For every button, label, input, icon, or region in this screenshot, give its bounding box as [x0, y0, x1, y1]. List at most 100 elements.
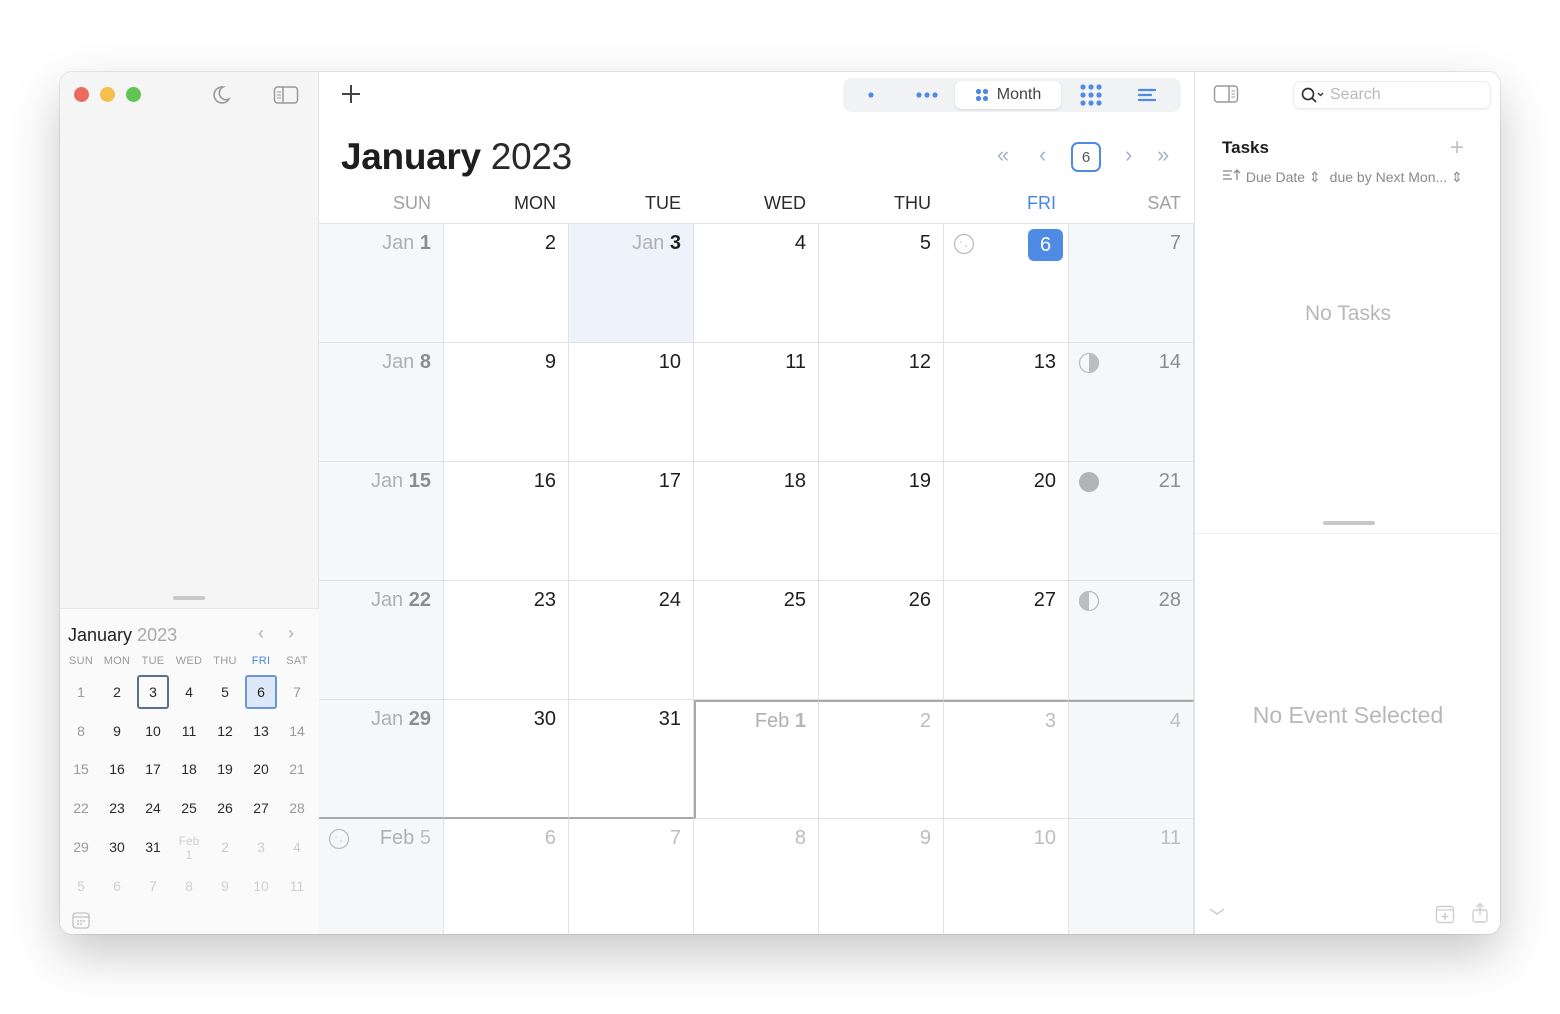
share-icon[interactable]: [1471, 902, 1489, 929]
inspector-toggle-icon[interactable]: [1213, 84, 1239, 109]
zoom-window-button[interactable]: [126, 87, 141, 102]
day-cell[interactable]: Feb 1: [694, 700, 819, 819]
day-cell[interactable]: Jan 1: [319, 224, 444, 343]
sidebar-resize-handle[interactable]: [173, 596, 205, 600]
collapse-chevron-icon[interactable]: [1207, 904, 1227, 922]
day-cell[interactable]: 6: [444, 819, 569, 934]
day-cell[interactable]: 9: [819, 819, 944, 934]
moon-icon[interactable]: [208, 84, 234, 106]
day-cell[interactable]: 25: [694, 581, 819, 700]
day-cell[interactable]: Jan 8: [319, 343, 444, 462]
day-cell[interactable]: 27: [944, 581, 1069, 700]
mini-calendar-day[interactable]: 10: [243, 867, 279, 906]
day-cell[interactable]: 26: [819, 581, 944, 700]
previous-month-button[interactable]: ‹: [1039, 142, 1046, 168]
mini-calendar-day[interactable]: 6: [99, 867, 135, 906]
day-cell[interactable]: Jan 22: [319, 581, 444, 700]
add-event-to-calendar-icon[interactable]: [1435, 904, 1455, 929]
mini-calendar-day[interactable]: 2: [207, 828, 243, 867]
day-cell[interactable]: 13: [944, 343, 1069, 462]
mini-calendar-day[interactable]: 14: [279, 712, 315, 751]
mini-calendar-day[interactable]: 9: [207, 867, 243, 906]
mini-calendar-day[interactable]: 30: [99, 828, 135, 867]
day-cell[interactable]: 3: [944, 700, 1069, 819]
mini-calendar-prev-button[interactable]: ‹: [258, 623, 264, 644]
today-button[interactable]: 6: [1071, 142, 1101, 172]
day-cell[interactable]: 17: [569, 462, 694, 581]
mini-calendar-day[interactable]: 23: [99, 789, 135, 828]
minimize-window-button[interactable]: [100, 87, 115, 102]
next-month-button[interactable]: ›: [1125, 142, 1132, 168]
day-cell[interactable]: 10: [944, 819, 1069, 934]
day-cell[interactable]: 21: [1069, 462, 1194, 581]
day-cell[interactable]: 24: [569, 581, 694, 700]
mini-calendar-day[interactable]: 1: [63, 673, 99, 712]
day-cell[interactable]: 23: [444, 581, 569, 700]
day-cell[interactable]: 2: [444, 224, 569, 343]
mini-calendar-day[interactable]: 24: [135, 789, 171, 828]
view-day-button[interactable]: [843, 81, 899, 109]
mini-calendar-day[interactable]: 10: [135, 712, 171, 751]
mini-calendar-day[interactable]: 31: [135, 828, 171, 867]
mini-calendar-day[interactable]: 25: [171, 789, 207, 828]
previous-year-button[interactable]: «: [997, 142, 1009, 168]
day-cell[interactable]: Jan 3: [569, 224, 694, 343]
mini-calendar-day[interactable]: Feb 1: [171, 828, 207, 867]
sidebar-toggle-icon[interactable]: [273, 84, 299, 106]
mini-calendar-day[interactable]: 29: [63, 828, 99, 867]
close-window-button[interactable]: [74, 87, 89, 102]
view-list-button[interactable]: [1121, 81, 1173, 109]
day-cell[interactable]: 14: [1069, 343, 1194, 462]
mini-calendar-day[interactable]: 13: [243, 712, 279, 751]
mini-calendar-day[interactable]: 28: [279, 789, 315, 828]
mini-calendar-next-button[interactable]: ›: [288, 623, 294, 644]
day-cell[interactable]: 11: [694, 343, 819, 462]
mini-calendar-day[interactable]: 3: [243, 828, 279, 867]
mini-calendar-day[interactable]: 16: [99, 751, 135, 790]
day-cell[interactable]: 20: [944, 462, 1069, 581]
calendar-list-icon[interactable]: [72, 911, 90, 934]
mini-calendar-day[interactable]: 18: [171, 751, 207, 790]
day-cell[interactable]: 5: [819, 224, 944, 343]
next-year-button[interactable]: »: [1157, 142, 1169, 168]
mini-calendar-day[interactable]: 8: [171, 867, 207, 906]
day-cell[interactable]: 19: [819, 462, 944, 581]
mini-calendar-day[interactable]: 12: [207, 712, 243, 751]
day-cell[interactable]: 28: [1069, 581, 1194, 700]
mini-calendar-day[interactable]: 17: [135, 751, 171, 790]
mini-calendar-day[interactable]: 8: [63, 712, 99, 751]
day-cell[interactable]: Feb 5: [319, 819, 444, 934]
add-event-button[interactable]: [339, 82, 363, 106]
mini-calendar-day[interactable]: 11: [171, 712, 207, 751]
mini-calendar-day[interactable]: 6: [243, 673, 279, 712]
search-input[interactable]: [1330, 86, 1480, 104]
day-cell[interactable]: 30: [444, 700, 569, 819]
mini-calendar-day[interactable]: 27: [243, 789, 279, 828]
day-cell[interactable]: 10: [569, 343, 694, 462]
day-cell[interactable]: 11: [1069, 819, 1194, 934]
day-cell[interactable]: 6: [944, 224, 1069, 343]
mini-calendar-day[interactable]: 5: [63, 867, 99, 906]
mini-calendar-day[interactable]: 15: [63, 751, 99, 790]
mini-calendar-day[interactable]: 9: [99, 712, 135, 751]
day-cell[interactable]: 18: [694, 462, 819, 581]
sort-button[interactable]: Due Date ⇕: [1222, 168, 1321, 186]
view-week-button[interactable]: [899, 81, 955, 109]
day-cell[interactable]: 9: [444, 343, 569, 462]
mini-calendar-day[interactable]: 2: [99, 673, 135, 712]
mini-calendar-day[interactable]: 4: [171, 673, 207, 712]
mini-calendar-day[interactable]: 7: [279, 673, 315, 712]
mini-calendar-day[interactable]: 3: [135, 673, 171, 712]
day-cell[interactable]: 8: [694, 819, 819, 934]
view-year-button[interactable]: [1061, 81, 1121, 109]
add-task-button[interactable]: +: [1450, 134, 1464, 162]
day-cell[interactable]: 4: [1069, 700, 1194, 819]
day-cell[interactable]: 31: [569, 700, 694, 819]
mini-calendar-day[interactable]: 4: [279, 828, 315, 867]
view-month-button[interactable]: Month: [955, 81, 1061, 109]
day-cell[interactable]: 4: [694, 224, 819, 343]
day-cell[interactable]: 7: [1069, 224, 1194, 343]
mini-calendar-day[interactable]: 7: [135, 867, 171, 906]
mini-calendar-day[interactable]: 5: [207, 673, 243, 712]
due-filter-button[interactable]: due by Next Mon... ⇕: [1330, 169, 1463, 186]
